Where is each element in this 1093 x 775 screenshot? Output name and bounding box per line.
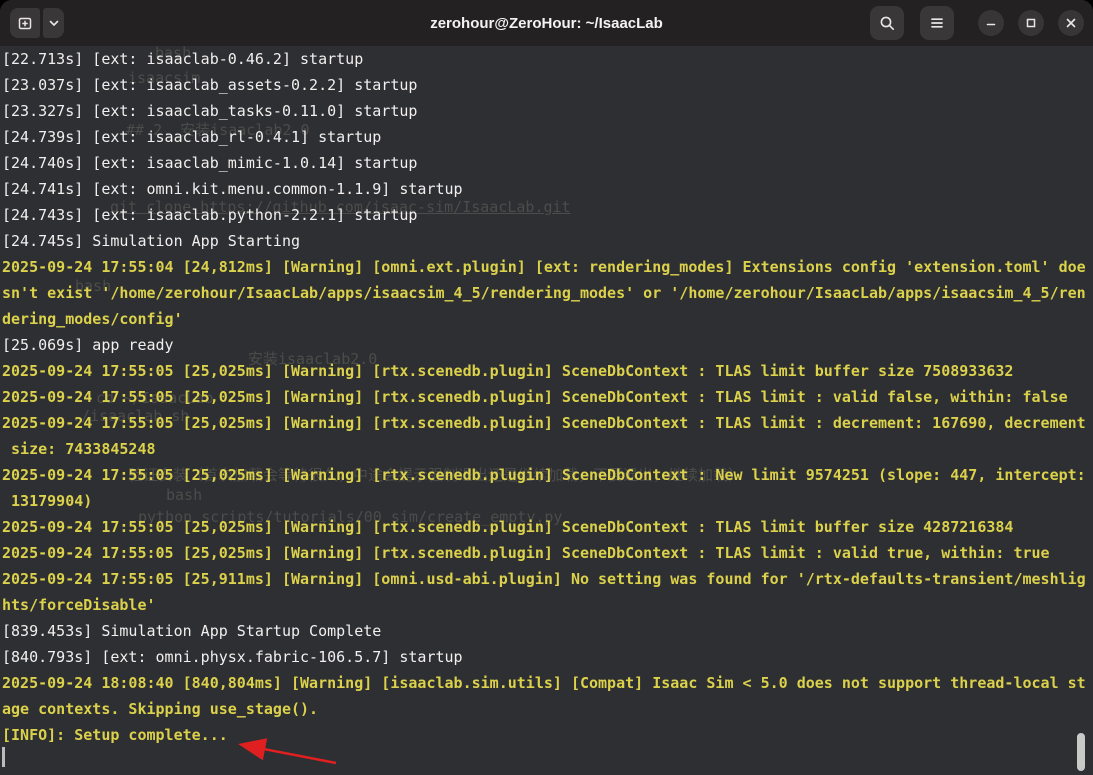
terminal-line: 2025-09-24 17:55:05 [25,025ms] [Warning]… xyxy=(2,514,1093,540)
terminal-line: 2025-09-24 17:55:05 [25,911ms] [Warning]… xyxy=(2,566,1093,592)
terminal-line: [839.453s] Simulation App Startup Comple… xyxy=(2,618,1093,644)
maximize-button[interactable] xyxy=(1018,10,1044,36)
minimize-icon xyxy=(985,17,997,29)
terminal-line: [840.793s] [ext: omni.physx.fabric-106.5… xyxy=(2,644,1093,670)
terminal-line: [23.327s] [ext: isaaclab_tasks-0.11.0] s… xyxy=(2,98,1093,124)
terminal-viewport[interactable]: bashisaacsim## 2. 安装isaaclab2.0git clone… xyxy=(0,46,1093,775)
terminal-output: [22.713s] [ext: isaaclab-0.46.2] startup… xyxy=(0,46,1093,748)
terminal-line: [25.069s] app ready xyxy=(2,332,1093,358)
chevron-down-icon xyxy=(48,17,60,29)
scrollbar-thumb[interactable] xyxy=(1077,733,1085,771)
terminal-line: [24.739s] [ext: isaaclab_rl-0.4.1] start… xyxy=(2,124,1093,150)
terminal-line: [23.037s] [ext: isaaclab_assets-0.2.2] s… xyxy=(2,72,1093,98)
terminal-line: 2025-09-24 17:55:05 [25,025ms] [Warning]… xyxy=(2,462,1093,488)
terminal-line: sn't exist '/home/zerohour/IsaacLab/apps… xyxy=(2,280,1093,306)
terminal-line: 13179904) xyxy=(2,488,1093,514)
terminal-window: zerohour@ZeroHour: ~/IsaacLab xyxy=(0,0,1093,775)
window-controls xyxy=(870,0,1084,46)
terminal-line: age contexts. Skipping use_stage(). xyxy=(2,696,1093,722)
menu-button[interactable] xyxy=(920,6,954,40)
terminal-line: 2025-09-24 17:55:05 [25,025ms] [Warning]… xyxy=(2,384,1093,410)
terminal-line: 2025-09-24 17:55:05 [25,025ms] [Warning]… xyxy=(2,540,1093,566)
menu-icon xyxy=(929,16,945,30)
minimize-button[interactable] xyxy=(978,10,1004,36)
terminal-line: 2025-09-24 17:55:04 [24,812ms] [Warning]… xyxy=(2,254,1093,280)
terminal-line: size: 7433845248 xyxy=(2,436,1093,462)
tab-controls xyxy=(10,8,64,38)
terminal-line: [24.743s] [ext: isaaclab.python-2.2.1] s… xyxy=(2,202,1093,228)
search-button[interactable] xyxy=(870,6,904,40)
search-icon xyxy=(879,15,896,32)
terminal-line: 2025-09-24 17:55:05 [25,025ms] [Warning]… xyxy=(2,410,1093,436)
tab-list-button[interactable] xyxy=(43,8,64,38)
terminal-line: hts/forceDisable' xyxy=(2,592,1093,618)
header-bar: zerohour@ZeroHour: ~/IsaacLab xyxy=(0,0,1093,46)
terminal-line: [22.713s] [ext: isaaclab-0.46.2] startup xyxy=(2,46,1093,72)
new-tab-icon xyxy=(17,15,33,31)
close-button[interactable] xyxy=(1058,10,1084,36)
terminal-line: [24.745s] Simulation App Starting xyxy=(2,228,1093,254)
terminal-cursor xyxy=(2,747,5,767)
terminal-line: 2025-09-24 17:55:05 [25,025ms] [Warning]… xyxy=(2,358,1093,384)
new-tab-button[interactable] xyxy=(10,8,40,38)
terminal-line: [24.741s] [ext: omni.kit.menu.common-1.1… xyxy=(2,176,1093,202)
terminal-line: dering_modes/config' xyxy=(2,306,1093,332)
terminal-line: [INFO]: Setup complete... xyxy=(2,722,1093,748)
terminal-line: 2025-09-24 18:08:40 [840,804ms] [Warning… xyxy=(2,670,1093,696)
maximize-icon xyxy=(1025,17,1037,29)
terminal-line: [24.740s] [ext: isaaclab_mimic-1.0.14] s… xyxy=(2,150,1093,176)
close-icon xyxy=(1065,17,1077,29)
